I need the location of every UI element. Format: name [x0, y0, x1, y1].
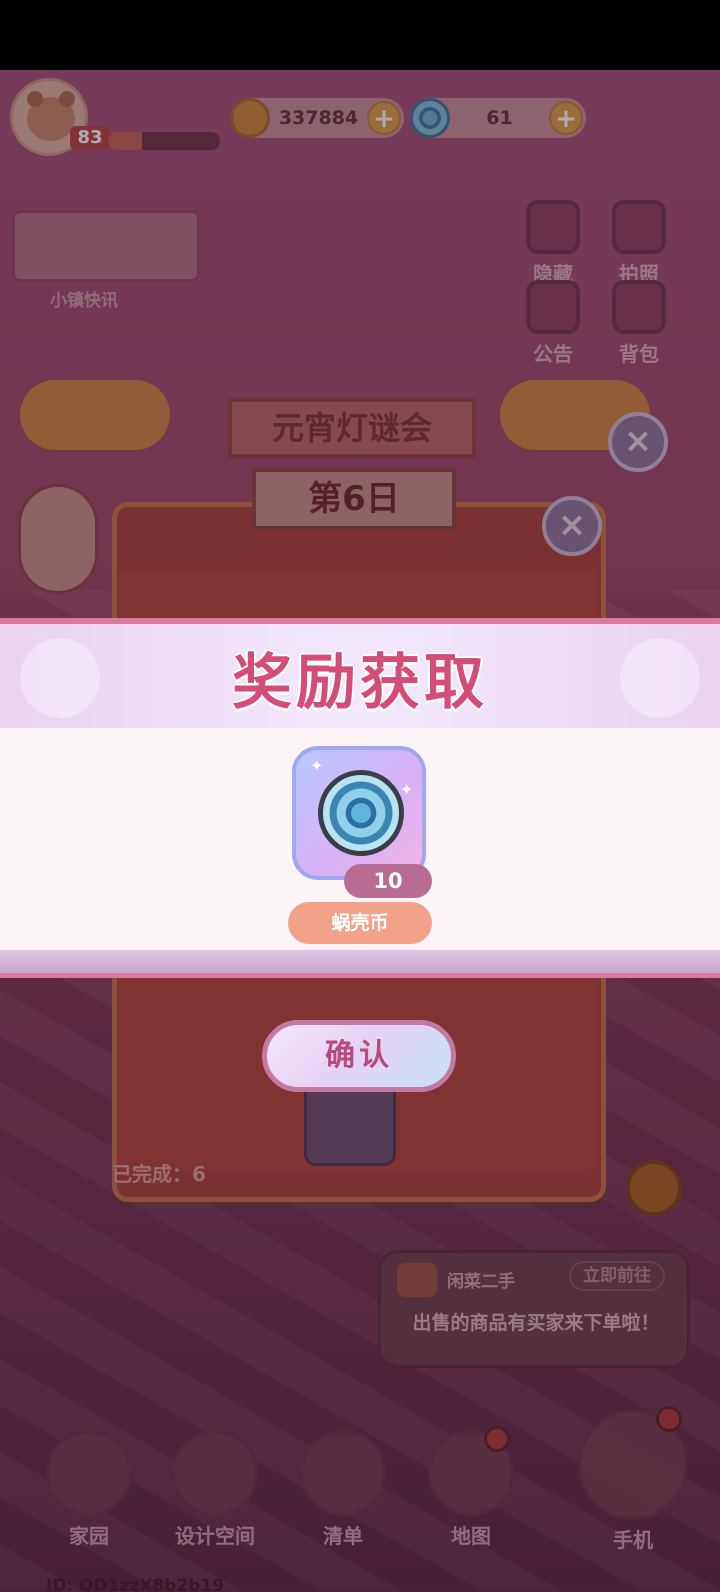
reward-modal: 奖励获取 ✦ ✦ 10 蜗壳币 [0, 618, 720, 978]
shell-coin-icon [318, 770, 404, 856]
modal-bottom-border [0, 950, 720, 978]
status-bar [0, 0, 720, 70]
confirm-button[interactable]: 确认 [262, 1020, 456, 1092]
reward-item[interactable]: ✦ ✦ [292, 746, 426, 880]
modal-title: 奖励获取 [232, 648, 488, 718]
reward-quantity: 10 [344, 864, 432, 898]
reward-name: 蜗壳币 [288, 902, 432, 944]
modal-header: 奖励获取 [0, 618, 720, 728]
sparkle-icon: ✦ [310, 756, 324, 775]
sparkle-icon: ✦ [400, 780, 414, 799]
